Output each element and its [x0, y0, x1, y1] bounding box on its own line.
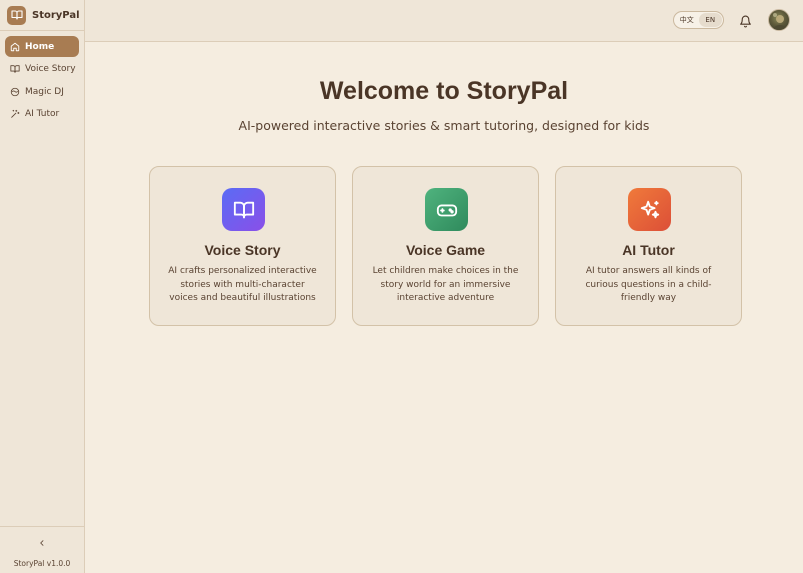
sidebar-nav: Home Voice Story Magic DJ AI Tutor: [0, 31, 84, 125]
card-voice-game[interactable]: Voice Game Let children make choices in …: [352, 166, 539, 326]
top-header: 中文 EN: [85, 0, 803, 42]
card-title: Voice Game: [405, 242, 486, 258]
card-description: Let children make choices in the story w…: [372, 266, 519, 303]
app-name: StoryPal: [32, 9, 80, 21]
card-description: AI crafts personalized interactive stori…: [168, 266, 317, 303]
brand[interactable]: StoryPal: [0, 0, 84, 31]
sidebar-item-ai-tutor[interactable]: AI Tutor: [5, 104, 79, 125]
avatar[interactable]: [768, 9, 790, 31]
lang-option-zh[interactable]: 中文: [675, 13, 699, 27]
card-description: AI tutor answers all kinds of curious qu…: [585, 266, 712, 303]
sidebar-item-label: Home: [25, 41, 55, 52]
main-content: Welcome to StoryPal AI-powered interacti…: [85, 42, 803, 573]
sidebar-item-magic-dj[interactable]: Magic DJ: [5, 81, 79, 102]
sparkles-icon: [628, 188, 671, 231]
card-ai-tutor[interactable]: AI Tutor AI tutor answers all kinds of c…: [555, 166, 742, 326]
sidebar-item-home[interactable]: Home: [5, 36, 79, 57]
sidebar-footer: StoryPal v1.0.0: [0, 526, 84, 573]
disc-icon: [10, 87, 20, 97]
sidebar-item-label: AI Tutor: [25, 109, 60, 119]
sidebar-item-label: Voice Story: [25, 64, 76, 74]
page-title: Welcome to StoryPal: [319, 77, 569, 105]
sidebar-item-voice-story[interactable]: Voice Story: [5, 59, 79, 80]
book-open-icon: [222, 188, 265, 231]
bell-icon[interactable]: [739, 13, 752, 28]
sidebar: StoryPal Home Voice Story Magic DJ AI Tu…: [0, 0, 85, 573]
card-title: Voice Story: [204, 242, 281, 258]
home-icon: [10, 42, 20, 52]
card-title: AI Tutor: [622, 242, 675, 258]
lang-option-en[interactable]: EN: [698, 13, 722, 27]
chevron-left-icon[interactable]: [36, 537, 48, 549]
language-toggle[interactable]: 中文 EN: [673, 11, 724, 29]
book-icon: [10, 64, 20, 74]
gamepad-icon: [425, 188, 468, 231]
book-logo-icon: [7, 5, 26, 25]
app-version: StoryPal v1.0.0: [13, 559, 71, 568]
sidebar-item-label: Magic DJ: [25, 86, 64, 97]
sparkle-icon: [10, 109, 20, 119]
card-voice-story[interactable]: Voice Story AI crafts personalized inter…: [149, 166, 336, 326]
page-subtitle: AI-powered interactive stories & smart t…: [238, 118, 650, 133]
